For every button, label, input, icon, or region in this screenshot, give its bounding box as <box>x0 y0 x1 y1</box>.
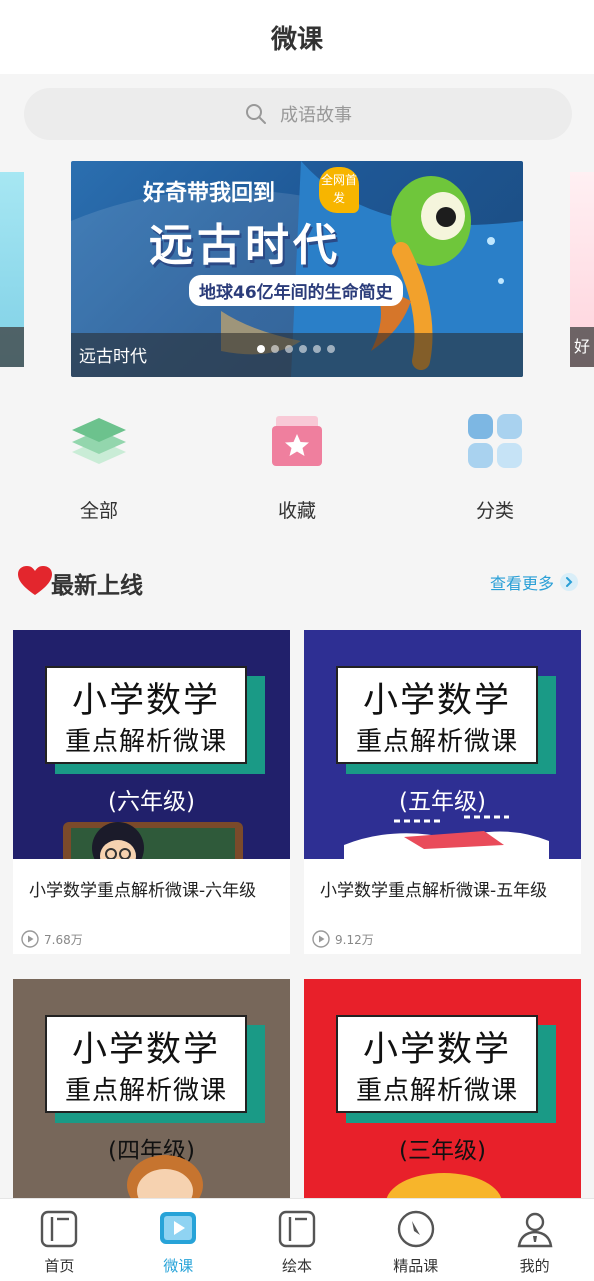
course-stats: 9.12万 <box>312 930 374 948</box>
banner-art-line2: 远古时代 <box>149 220 341 271</box>
banner-peek-right[interactable]: 好 <box>570 172 594 367</box>
top-header: 微课 <box>0 0 594 74</box>
course-stats: 7.68万 <box>21 930 83 948</box>
cover-illustration <box>386 1173 502 1198</box>
banner-carousel[interactable]: 好奇带我回到 远古时代 地球46亿年间的生命简史 全网首发 远古时代 <box>71 161 523 377</box>
course-views: 9.12万 <box>335 932 374 947</box>
banner-art-line3: 地球46亿年间的生命简史 <box>189 275 403 306</box>
quick-action-categories[interactable]: 分类 <box>415 410 575 540</box>
tab-label: 我的 <box>519 1257 550 1275</box>
carousel-dots <box>257 345 335 353</box>
cover-illustration <box>344 815 549 859</box>
cover-grade: (五年级) <box>399 789 486 815</box>
tab-label: 微课 <box>163 1257 194 1275</box>
heart-icon <box>18 566 52 595</box>
course-cover: 小学数学 重点解析微课 (六年级) <box>13 630 290 859</box>
cover-illustration <box>63 822 243 859</box>
course-card[interactable]: 小学数学 重点解析微课 (三年级) <box>304 979 581 1198</box>
cover-line1: 小学数学 <box>362 681 511 721</box>
tab-profile[interactable]: 我的 <box>475 1199 594 1281</box>
play-count-icon <box>21 930 39 948</box>
home-book-icon <box>41 1210 78 1248</box>
cover-title-box: 小学数学 重点解析微课 <box>336 1015 538 1113</box>
cover-line2: 重点解析微课 <box>355 727 518 757</box>
course-title: 小学数学重点解析微课-六年级 <box>29 881 257 901</box>
course-card[interactable]: 小学数学 重点解析微课 (六年级) 小学数学重点解析微课-六年级 7.68万 <box>13 630 290 954</box>
course-cover: 小学数学 重点解析微课 (五年级) <box>304 630 581 859</box>
tab-label: 首页 <box>44 1257 75 1275</box>
see-more-label: 查看更多 <box>489 574 554 593</box>
tab-picture-books[interactable]: 绘本 <box>238 1199 357 1281</box>
cover-line2: 重点解析微课 <box>64 1076 227 1106</box>
banner-peek-left[interactable] <box>0 172 24 367</box>
tab-label: 绘本 <box>281 1257 312 1275</box>
cover-line2: 重点解析微课 <box>64 727 227 757</box>
search-bar[interactable]: 成语故事 <box>24 88 572 140</box>
carousel-dot[interactable] <box>257 345 265 353</box>
see-more-link[interactable]: 查看更多 <box>490 570 578 594</box>
cover-title-box: 小学数学 重点解析微课 <box>336 666 538 764</box>
course-title: 小学数学重点解析微课-五年级 <box>320 881 548 901</box>
cover-line2: 重点解析微课 <box>355 1076 518 1106</box>
layers-icon <box>72 418 126 464</box>
user-icon <box>517 1212 552 1248</box>
compass-icon <box>397 1210 434 1248</box>
quick-action-label: 收藏 <box>277 500 316 522</box>
cover-line1: 小学数学 <box>71 681 220 721</box>
tab-premium-courses[interactable]: 精品课 <box>356 1199 475 1281</box>
cover-line1: 小学数学 <box>362 1030 511 1070</box>
tab-home[interactable]: 首页 <box>0 1199 119 1281</box>
banner-art-line1: 好奇带我回到 <box>143 181 276 206</box>
section-header: 最新上线 查看更多 <box>18 560 578 604</box>
search-placeholder: 成语故事 <box>280 105 352 126</box>
section-title: 最新上线 <box>51 573 143 599</box>
search-icon <box>246 104 266 124</box>
tab-label: 精品课 <box>393 1257 439 1275</box>
bottom-tab-bar: 首页 微课 绘本 精品课 我的 <box>0 1198 594 1281</box>
play-count-icon <box>312 930 330 948</box>
cover-title-box: 小学数学 重点解析微课 <box>45 666 247 764</box>
carousel-dot[interactable] <box>327 345 335 353</box>
grid-icon <box>468 414 522 468</box>
carousel-dot[interactable] <box>285 345 293 353</box>
banner-caption: 远古时代 <box>79 347 147 367</box>
course-card[interactable]: 小学数学 重点解析微课 (五年级) 小学数学重点解析微课-五年级 9.12万 <box>304 630 581 954</box>
banner-badge: 全网首发 <box>319 167 359 213</box>
course-cover: 小学数学 重点解析微课 (四年级) <box>13 979 290 1198</box>
video-play-icon <box>160 1212 197 1244</box>
carousel-dot[interactable] <box>299 345 307 353</box>
course-card[interactable]: 小学数学 重点解析微课 (四年级) <box>13 979 290 1198</box>
carousel-dot[interactable] <box>271 345 279 353</box>
quick-action-favorites[interactable]: 收藏 <box>217 410 377 540</box>
quick-action-label: 分类 <box>475 500 514 522</box>
cover-illustration <box>127 1155 203 1198</box>
star-box-icon <box>272 416 322 466</box>
quick-action-label: 全部 <box>79 500 118 522</box>
banner-peek-left-caption <box>0 327 24 367</box>
carousel-dot[interactable] <box>313 345 321 353</box>
tab-micro-lessons[interactable]: 微课 <box>119 1199 238 1281</box>
chevron-right-icon <box>560 573 578 591</box>
course-views: 7.68万 <box>44 932 83 947</box>
quick-action-all[interactable]: 全部 <box>19 410 179 540</box>
picture-book-icon <box>278 1210 316 1248</box>
banner-peek-right-caption: 好 <box>570 327 594 367</box>
cover-grade: (六年级) <box>108 789 195 815</box>
cover-line1: 小学数学 <box>71 1030 220 1070</box>
cover-grade: (三年级) <box>399 1138 486 1164</box>
cover-title-box: 小学数学 重点解析微课 <box>45 1015 247 1113</box>
course-cover: 小学数学 重点解析微课 (三年级) <box>304 979 581 1198</box>
page-title: 微课 <box>270 24 323 55</box>
